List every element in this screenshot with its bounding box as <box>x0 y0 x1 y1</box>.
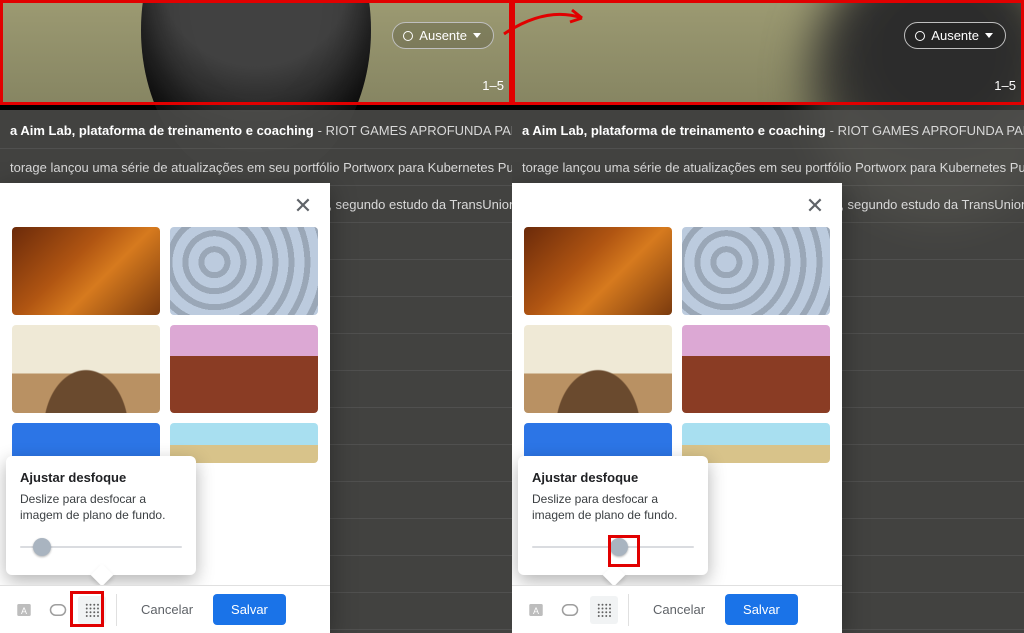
status-dot-icon <box>915 31 925 41</box>
close-button[interactable]: ✕ <box>802 193 828 219</box>
blur-popover: Ajustar desfoque Deslize para desfocar a… <box>518 456 708 575</box>
mail-row[interactable]: a Aim Lab, plataforma de treinamento e c… <box>512 112 1024 149</box>
theme-thumb[interactable] <box>524 325 672 413</box>
theme-thumb[interactable] <box>524 227 672 315</box>
status-chip[interactable]: Ausente <box>392 22 494 49</box>
cancel-button[interactable]: Cancelar <box>639 594 719 625</box>
theme-thumb[interactable] <box>170 325 318 413</box>
mail-row[interactable]: a Aim Lab, plataforma de treinamento e c… <box>0 112 512 149</box>
chevron-down-icon <box>473 33 481 38</box>
mail-lead: a Aim Lab, plataforma de treinamento e c… <box>10 123 314 138</box>
theme-thumb[interactable] <box>682 325 830 413</box>
mail-snippet: torage lançou uma série de atualizações … <box>522 160 1024 175</box>
theme-thumb[interactable] <box>682 227 830 315</box>
mail-row[interactable]: torage lançou uma série de atualizações … <box>512 149 1024 186</box>
slider-knob[interactable] <box>33 538 51 556</box>
popover-pointer <box>91 564 114 587</box>
blur-grid-icon[interactable] <box>590 596 618 624</box>
popover-title: Ajustar desfoque <box>20 470 182 485</box>
blur-popover: Ajustar desfoque Deslize para desfocar a… <box>6 456 196 575</box>
status-label: Ausente <box>931 28 979 43</box>
mail-row[interactable]: torage lançou uma série de atualizações … <box>0 149 512 186</box>
theme-thumb[interactable] <box>12 325 160 413</box>
vignette-icon[interactable] <box>556 596 584 624</box>
mail-snippet: torage lançou uma série de atualizações … <box>10 160 512 175</box>
theme-thumb[interactable] <box>170 227 318 315</box>
status-dot-icon <box>403 31 413 41</box>
mail-snippet: - RIOT GAMES APROFUNDA PARCERIA COM <box>318 123 512 138</box>
theme-modal: ✕ Ajustar desfoque Deslize para desfocar… <box>0 183 330 633</box>
panel-before: Ausente 1–5 a Aim Lab, plataforma de tre… <box>0 0 512 633</box>
close-icon: ✕ <box>294 193 312 219</box>
popover-pointer <box>603 564 626 587</box>
arrow-annotation <box>500 4 594 44</box>
chevron-down-icon <box>985 33 993 38</box>
theme-thumbnails <box>0 227 330 463</box>
toolbar-separator <box>628 594 629 626</box>
modal-toolbar: A Cancelar Salvar <box>0 585 330 633</box>
text-bg-icon[interactable]: A <box>522 596 550 624</box>
svg-text:A: A <box>533 605 539 615</box>
save-button[interactable]: Salvar <box>213 594 286 625</box>
text-bg-icon[interactable]: A <box>10 596 38 624</box>
blur-slider[interactable] <box>532 537 694 557</box>
blur-slider[interactable] <box>20 537 182 557</box>
blur-grid-icon[interactable] <box>78 596 106 624</box>
close-button[interactable]: ✕ <box>290 193 316 219</box>
status-chip[interactable]: Ausente <box>904 22 1006 49</box>
theme-thumb[interactable] <box>12 227 160 315</box>
pagination-count: 1–5 <box>994 78 1016 93</box>
close-icon: ✕ <box>806 193 824 219</box>
save-button[interactable]: Salvar <box>725 594 798 625</box>
toolbar-separator <box>116 594 117 626</box>
mail-snippet: - RIOT GAMES APROFUNDA PARCERIA COM <box>830 123 1024 138</box>
popover-title: Ajustar desfoque <box>532 470 694 485</box>
cancel-button[interactable]: Cancelar <box>127 594 207 625</box>
popover-text: Deslize para desfocar a imagem de plano … <box>20 491 182 523</box>
theme-thumbnails <box>512 227 842 463</box>
pagination-count: 1–5 <box>482 78 504 93</box>
modal-toolbar: A Cancelar Salvar <box>512 585 842 633</box>
status-label: Ausente <box>419 28 467 43</box>
mail-lead: a Aim Lab, plataforma de treinamento e c… <box>522 123 826 138</box>
popover-text: Deslize para desfocar a imagem de plano … <box>532 491 694 523</box>
vignette-icon[interactable] <box>44 596 72 624</box>
svg-text:A: A <box>21 605 27 615</box>
panel-after: Ausente 1–5 a Aim Lab, plataforma de tre… <box>512 0 1024 633</box>
theme-modal: ✕ Ajustar desfoque Deslize para desfocar… <box>512 183 842 633</box>
slider-knob[interactable] <box>610 538 628 556</box>
